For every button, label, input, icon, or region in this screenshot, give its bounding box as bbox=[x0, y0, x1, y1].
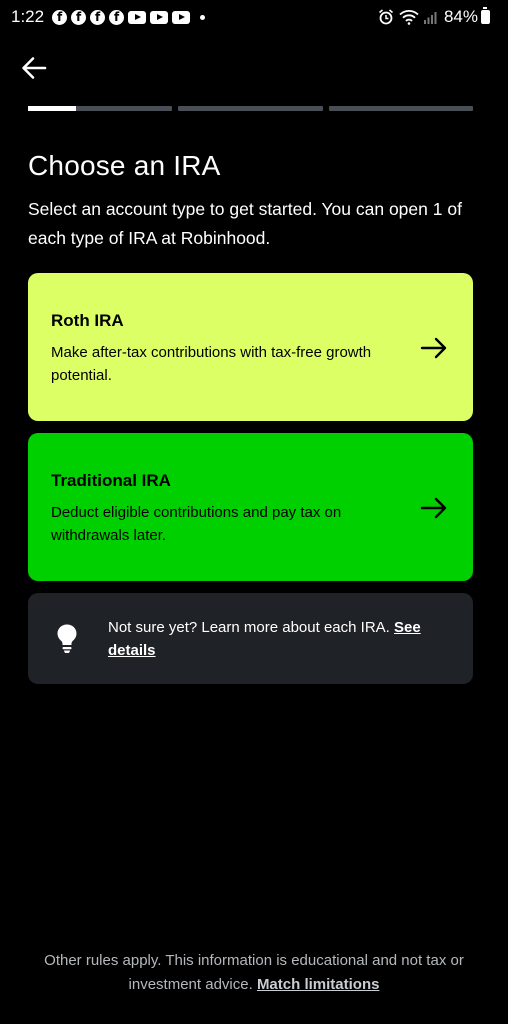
facebook-icon: f bbox=[90, 9, 106, 25]
back-button[interactable] bbox=[18, 52, 50, 84]
match-limitations-link[interactable]: Match limitations bbox=[257, 976, 380, 993]
page-subtitle: Select an account type to get started. Y… bbox=[28, 199, 462, 248]
info-text: Not sure yet? Learn more about each IRA.… bbox=[108, 616, 448, 662]
traditional-ira-title: Traditional IRA bbox=[51, 471, 171, 490]
more-notifications-dot bbox=[200, 14, 206, 20]
progress-step-3 bbox=[328, 106, 473, 111]
page-title: Choose an IRA bbox=[28, 150, 221, 181]
roth-ira-description: Make after-tax contributions with tax-fr… bbox=[51, 344, 372, 384]
status-time: 1:22 bbox=[11, 7, 45, 26]
step-progress-bar bbox=[28, 106, 473, 111]
alarm-icon bbox=[378, 9, 394, 25]
youtube-icon bbox=[172, 10, 191, 24]
signal-icon bbox=[423, 10, 438, 24]
progress-step-1-fill bbox=[28, 106, 76, 111]
facebook-icon: f bbox=[52, 9, 68, 25]
info-message: Not sure yet? Learn more about each IRA. bbox=[108, 619, 394, 636]
arrow-right-icon bbox=[420, 337, 447, 359]
youtube-icon bbox=[128, 10, 147, 24]
progress-step-1 bbox=[28, 106, 173, 111]
roth-ira-title: Roth IRA bbox=[51, 311, 124, 330]
status-left: 1:22 f f f f bbox=[11, 7, 206, 27]
status-right: 84% bbox=[373, 7, 490, 27]
arrow-right-icon bbox=[420, 497, 447, 519]
disclaimer-footer: Other rules apply. This information is e… bbox=[20, 949, 488, 997]
battery-percent: 84% bbox=[443, 7, 478, 26]
status-bar: 1:22 f f f f 84% bbox=[0, 0, 508, 34]
disclaimer-text: Other rules apply. This information is e… bbox=[44, 952, 464, 993]
traditional-ira-option[interactable]: Traditional IRA Deduct eligible contribu… bbox=[28, 433, 473, 581]
lightbulb-icon bbox=[57, 624, 77, 653]
youtube-icon bbox=[150, 10, 169, 24]
battery-icon bbox=[481, 7, 490, 24]
arrow-left-icon bbox=[22, 57, 47, 79]
facebook-icon: f bbox=[109, 9, 125, 25]
wifi-icon bbox=[399, 9, 419, 25]
traditional-ira-description: Deduct eligible contributions and pay ta… bbox=[51, 504, 342, 544]
info-box: Not sure yet? Learn more about each IRA.… bbox=[28, 593, 473, 684]
progress-step-2 bbox=[178, 106, 323, 111]
roth-ira-option[interactable]: Roth IRA Make after-tax contributions wi… bbox=[28, 273, 473, 421]
facebook-icon: f bbox=[71, 9, 87, 25]
